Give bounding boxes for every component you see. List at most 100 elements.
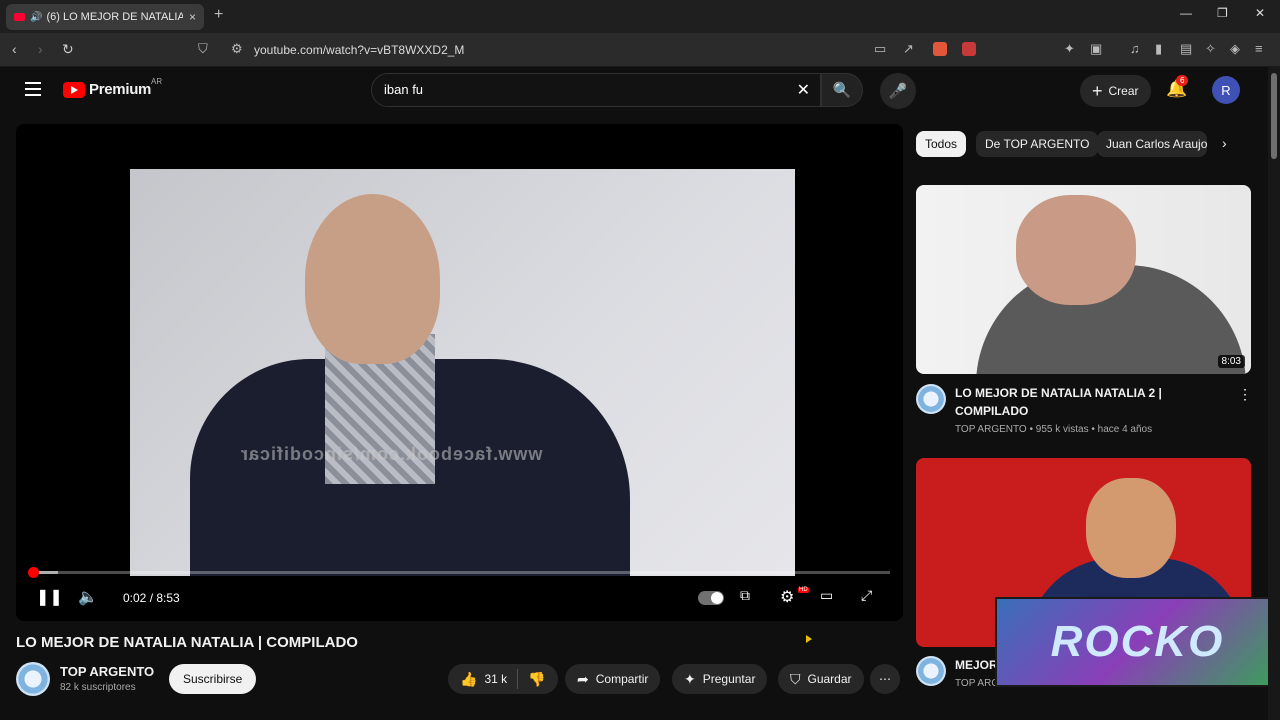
thumb-person-head xyxy=(1086,478,1176,578)
share-button[interactable]: ➦ Compartir xyxy=(565,664,661,694)
save-button[interactable]: ⛉ Guardar xyxy=(778,664,864,694)
address-bar: ‹ › ↻ ⛉ ⚙ youtube.com/watch?v=vBT8WXXD2_… xyxy=(0,33,1280,67)
search-box[interactable]: ✕ xyxy=(371,73,821,107)
search-button[interactable]: 🔍 xyxy=(821,73,863,107)
pause-icon[interactable]: ❚❚ xyxy=(36,587,63,607)
time-display: 0:02 / 8:53 xyxy=(123,591,180,605)
tab-title: (6) LO MEJOR DE NATALIA NA xyxy=(46,11,183,23)
channel-avatar[interactable] xyxy=(16,662,50,696)
search-icon: 🔍 xyxy=(832,82,852,99)
create-label: Crear xyxy=(1108,84,1139,98)
settings-icon[interactable]: ⚙ xyxy=(780,587,794,607)
chip-juan-carlos-araujo[interactable]: Juan Carlos Araujo xyxy=(1097,131,1207,157)
rec-title-1[interactable]: LO MEJOR DE NATALIA NATALIA 2 | COMPILAD… xyxy=(955,384,1195,420)
share-page-icon[interactable]: ↗ xyxy=(903,41,914,57)
theater-mode-icon[interactable]: ▭ xyxy=(820,587,833,604)
youtube-header: Premium AR ✕ 🔍 🎤 + Crear 🔔 6 R xyxy=(0,67,1268,113)
create-button[interactable]: + Crear xyxy=(1080,75,1151,107)
fullscreen-icon[interactable]: ⤢ xyxy=(861,587,872,604)
mic-button[interactable]: 🎤 xyxy=(880,73,916,109)
vpn-icon[interactable]: ◈ xyxy=(1230,41,1240,57)
youtube-logo[interactable]: Premium AR xyxy=(63,77,162,98)
notifications-button[interactable]: 🔔 6 xyxy=(1166,75,1189,99)
video-duration: 8:03 xyxy=(1217,355,1245,368)
region-label: AR xyxy=(151,77,163,86)
rec-channel-avatar-1[interactable] xyxy=(916,384,946,414)
ask-button[interactable]: ✦ Preguntar xyxy=(672,664,768,694)
page-scrollbar[interactable] xyxy=(1268,67,1280,720)
rec-thumbnail-1[interactable]: 8:03 xyxy=(916,185,1251,374)
menu-icon[interactable]: ≡ xyxy=(1255,41,1263,56)
video-watermark: www.facebook.com/sincodificar xyxy=(240,444,543,464)
leo-icon[interactable]: ✧ xyxy=(1205,41,1216,57)
screenshot-icon[interactable]: ▣ xyxy=(1090,41,1102,57)
scrollbar-thumb[interactable] xyxy=(1271,73,1277,159)
bookmark-icon[interactable]: ⛉ xyxy=(198,41,208,57)
bookmark-save-icon: ⛉ xyxy=(790,670,801,687)
wallet-icon[interactable]: ▤ xyxy=(1180,41,1192,57)
hd-badge: HD xyxy=(798,587,809,593)
speaker-icon: 🔊 xyxy=(30,11,43,23)
avatar[interactable]: R xyxy=(1212,76,1240,104)
subtitles-icon[interactable]: ⧉ xyxy=(740,587,750,604)
progress-bar[interactable] xyxy=(28,567,890,578)
thumb-person-head xyxy=(1016,195,1136,305)
youtube-play-icon xyxy=(63,81,85,98)
like-icon[interactable]: 👍 xyxy=(460,671,477,688)
channel-name[interactable]: TOP ARGENTO xyxy=(60,664,154,679)
subscribe-button[interactable]: Suscribirse xyxy=(169,664,257,694)
mouse-cursor xyxy=(806,635,812,643)
scrubber-knob[interactable] xyxy=(28,567,40,578)
subscriber-count: 82 k suscriptores xyxy=(60,682,136,693)
video-player[interactable]: www.facebook.com/sincodificar ❚❚ 🔈 0:02 … xyxy=(16,124,903,621)
share-icon: ➦ xyxy=(577,670,589,687)
like-count[interactable]: 31 k xyxy=(484,672,507,686)
rewards-icon[interactable] xyxy=(962,42,976,56)
more-actions-button[interactable]: ⋯ xyxy=(870,664,900,694)
media-icon[interactable]: ♫ xyxy=(1130,41,1140,56)
minimize-icon[interactable]: — xyxy=(1180,6,1192,20)
browser-tab[interactable]: 🔊 (6) LO MEJOR DE NATALIA NA × xyxy=(6,4,204,30)
maximize-icon[interactable]: ❐ xyxy=(1217,6,1228,20)
cast-icon[interactable]: ▭ xyxy=(874,41,886,57)
rec-more-icon-1[interactable]: ⋮ xyxy=(1238,386,1252,403)
dislike-icon[interactable]: 👎 xyxy=(528,671,545,688)
video-frame: www.facebook.com/sincodificar xyxy=(130,169,795,576)
site-info-icon[interactable]: ⚙ xyxy=(231,41,243,57)
ask-label: Preguntar xyxy=(702,672,756,686)
plus-icon: + xyxy=(1092,80,1103,101)
chip-top-argento[interactable]: De TOP ARGENTO xyxy=(976,131,1099,157)
reload-icon[interactable]: ↻ xyxy=(62,41,74,58)
window-close-icon[interactable]: ✕ xyxy=(1255,6,1265,20)
rec-channel-avatar-2[interactable] xyxy=(916,656,946,686)
autoplay-toggle[interactable] xyxy=(698,591,724,605)
like-dislike-group: 👍 31 k 👎 xyxy=(448,664,558,694)
rec-channel-1[interactable]: TOP ARGENTO xyxy=(955,424,1027,435)
chips-next-icon[interactable]: › xyxy=(1222,135,1227,151)
browser-tab-bar: 🔊 (6) LO MEJOR DE NATALIA NA × + — ❐ ✕ xyxy=(0,0,1280,33)
rec-channel-2[interactable]: TOP ARG xyxy=(955,678,999,689)
back-icon[interactable]: ‹ xyxy=(12,41,17,57)
video-title: LO MEJOR DE NATALIA NATALIA | COMPILADO xyxy=(16,634,358,651)
hamburger-menu-icon[interactable] xyxy=(25,82,41,100)
url-field[interactable]: youtube.com/watch?v=vBT8WXXD2_M xyxy=(254,43,464,57)
search-input[interactable] xyxy=(384,82,764,97)
chip-todos[interactable]: Todos xyxy=(916,131,967,157)
more-icon: ⋯ xyxy=(879,672,891,686)
rec-stats-1: 955 k vistas • hace 4 años xyxy=(1035,424,1153,435)
new-tab-button[interactable]: + xyxy=(214,6,223,24)
sparkle-icon: ✦ xyxy=(684,670,696,687)
logo-text: Premium xyxy=(89,81,152,98)
brave-shield-icon[interactable] xyxy=(933,42,947,56)
volume-icon[interactable]: 🔈 xyxy=(78,587,98,607)
clear-search-icon[interactable]: ✕ xyxy=(797,80,810,100)
extensions-icon[interactable]: ✦ xyxy=(1064,41,1075,57)
forward-icon[interactable]: › xyxy=(38,41,43,57)
save-label: Guardar xyxy=(807,672,852,686)
close-tab-icon[interactable]: × xyxy=(189,10,196,24)
person-head xyxy=(305,194,440,364)
rec-meta-1: TOP ARGENTO • 955 k vistas • hace 4 años xyxy=(955,424,1153,435)
sidebar-icon[interactable]: ▮ xyxy=(1155,41,1162,57)
mic-icon: 🎤 xyxy=(888,83,908,100)
youtube-favicon-icon xyxy=(14,13,25,21)
